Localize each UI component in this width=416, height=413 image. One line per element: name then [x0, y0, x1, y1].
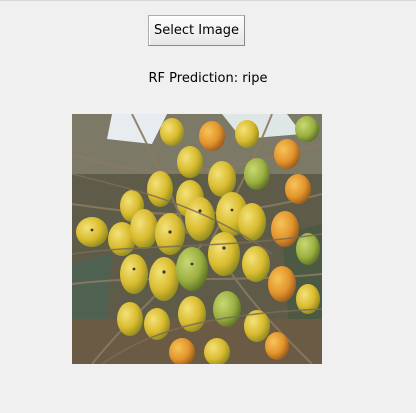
- app-window: Select Image RF Prediction: ripe: [0, 0, 416, 413]
- prediction-label: RF Prediction: ripe: [148, 71, 268, 86]
- fruit-image: [72, 114, 322, 364]
- fruit-bunch-photo-icon: [72, 114, 322, 364]
- select-image-button[interactable]: Select Image: [148, 15, 245, 46]
